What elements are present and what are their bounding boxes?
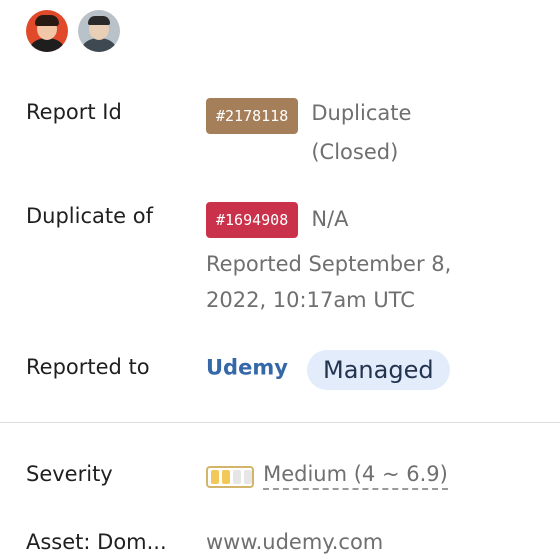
duplicate-of-badge[interactable]: #1694908 bbox=[206, 202, 299, 238]
report-id-value: #2178118 Duplicate (Closed) bbox=[206, 98, 540, 174]
severity-label: Severity bbox=[26, 462, 113, 486]
avatar[interactable] bbox=[78, 10, 120, 52]
severity-text[interactable]: Medium (4 ~ 6.9) bbox=[263, 462, 448, 490]
reported-date-line1: Reported September 8, bbox=[206, 252, 452, 276]
asset-domain: www.udemy.com bbox=[206, 530, 384, 554]
udemy-link[interactable]: Udemy bbox=[206, 356, 288, 380]
reporter-avatars bbox=[26, 10, 120, 52]
reported-to-value: Udemy Managed bbox=[206, 350, 540, 390]
severity-value: Medium (4 ~ 6.9) bbox=[206, 462, 540, 490]
avatar[interactable] bbox=[26, 10, 68, 52]
managed-badge: Managed bbox=[307, 350, 450, 390]
reported-to-label: Reported to bbox=[26, 355, 150, 379]
report-status-detail: (Closed) bbox=[311, 140, 399, 164]
report-id-label: Report Id bbox=[26, 100, 122, 124]
asset-value: www.udemy.com bbox=[206, 530, 540, 554]
asset-label: Asset: Dom... bbox=[26, 530, 167, 554]
section-divider bbox=[0, 422, 560, 423]
reported-date-line2: 2022, 10:17am UTC bbox=[206, 288, 415, 312]
report-status: Duplicate bbox=[311, 101, 412, 125]
duplicate-of-label: Duplicate of bbox=[26, 204, 153, 228]
severity-meter-icon bbox=[206, 465, 254, 488]
duplicate-of-status: N/A bbox=[311, 207, 349, 231]
report-id-badge[interactable]: #2178118 bbox=[206, 98, 299, 134]
duplicate-of-value: #1694908 N/A Reported September 8, 2022,… bbox=[206, 202, 540, 318]
